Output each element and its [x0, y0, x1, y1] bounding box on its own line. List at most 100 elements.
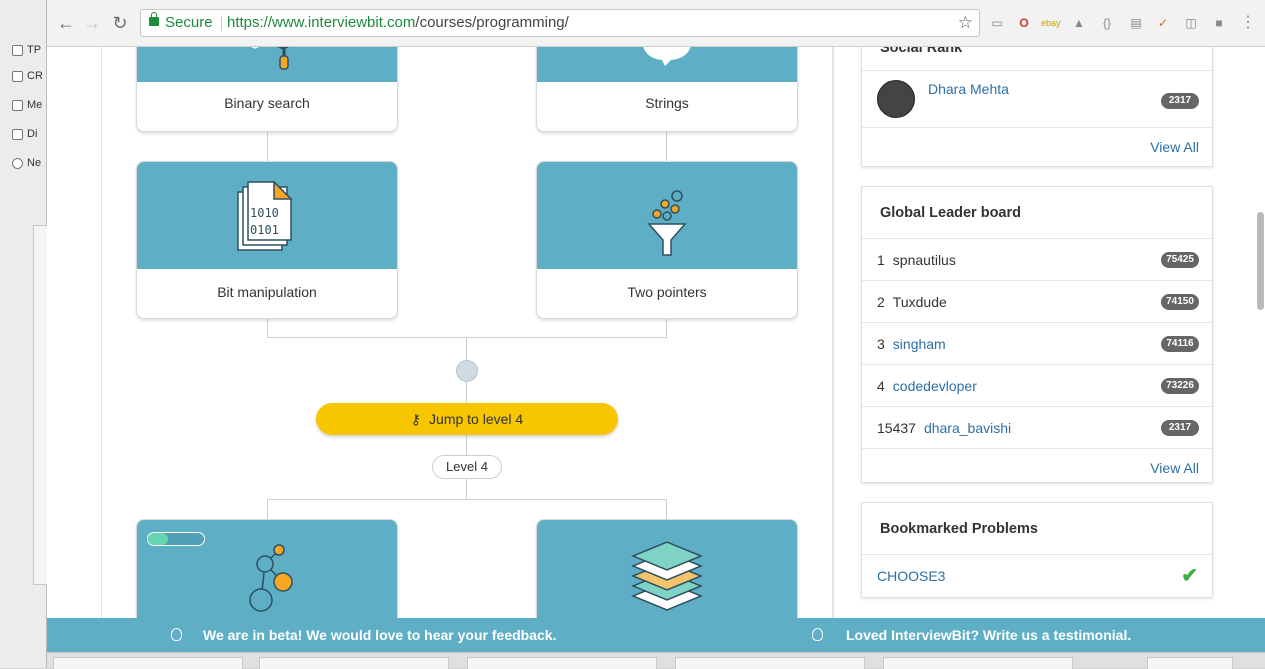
triangle-extension-icon[interactable]: ▲	[1071, 15, 1087, 31]
checkmark-icon: ✔	[1181, 565, 1198, 587]
topic-card-layers[interactable]	[536, 519, 798, 618]
browser-tab[interactable]	[259, 657, 449, 669]
binary-row-1: 1010	[250, 206, 279, 220]
avatar	[877, 80, 915, 118]
leader-name: Tuxdude	[892, 294, 947, 310]
opera-icon[interactable]: O	[1016, 15, 1032, 31]
card-header	[537, 47, 797, 82]
social-rank-user[interactable]: Dhara Mehta	[928, 79, 1009, 99]
binary-row-2: 0101	[250, 223, 279, 237]
bookmark-link[interactable]: CHOOSE3	[877, 568, 945, 584]
funnel-icon	[647, 190, 687, 256]
leader-name: spnautilus	[892, 252, 956, 268]
score-badge: 74150	[1161, 294, 1199, 310]
forward-arrow-icon[interactable]: →	[81, 12, 103, 34]
folder-icon	[12, 45, 23, 56]
card-header	[137, 520, 397, 618]
score-badge: 75425	[1161, 252, 1199, 268]
divider	[221, 16, 222, 31]
rank-number: 2	[877, 294, 885, 310]
social-rank-row: Dhara Mehta 2317	[862, 71, 1212, 128]
tree-connector	[466, 382, 467, 404]
view-all-label[interactable]: View All	[1150, 139, 1199, 155]
panel-title: Global Leader board	[862, 187, 1212, 239]
card-label: Strings	[645, 95, 689, 111]
browser-tab[interactable]	[675, 657, 865, 669]
url-path: /courses/programming/	[415, 14, 569, 31]
scrollbar-thumb[interactable]	[1257, 212, 1264, 310]
profile-icon[interactable]: ■	[1211, 15, 1227, 31]
leaderboard-row: 1 spnautilus 75425	[862, 239, 1212, 281]
leaderboard-row-self: 15437 dhara_bavishi 2317	[862, 407, 1212, 449]
card-header	[537, 162, 797, 269]
browser-tab[interactable]	[467, 657, 657, 669]
reload-icon[interactable]: ↻	[109, 12, 131, 34]
rank-number: 4	[877, 378, 885, 394]
address-bar[interactable]: Secure https://www.interviewbit.com/cour…	[140, 9, 980, 37]
browser-tab[interactable]	[1147, 657, 1233, 669]
topic-card-strings[interactable]: Strings	[536, 47, 798, 132]
progress-fill	[148, 533, 168, 545]
testimonial-link[interactable]: Loved InterviewBit? Write us a testimoni…	[846, 618, 1131, 652]
desktop-item[interactable]: Ne	[0, 153, 47, 175]
tree-connector	[666, 499, 667, 519]
bookmark-item[interactable]: CHOOSE3 ✔	[862, 555, 1212, 597]
progress-bar	[147, 532, 205, 546]
bottom-tab-strip	[47, 652, 1265, 669]
topic-card-graph[interactable]	[136, 519, 398, 618]
tree-connector	[466, 435, 467, 455]
user-marker-icon	[456, 360, 478, 382]
lightbulb-icon	[171, 628, 182, 641]
cube-icon[interactable]: ◫	[1183, 15, 1199, 31]
view-all-link[interactable]: View All	[862, 449, 1212, 487]
tree-connector	[267, 499, 268, 519]
chart-extension-icon[interactable]: ▤	[1128, 15, 1144, 31]
topic-card-bit-manipulation[interactable]: 1010 0101 Bit manipulation	[136, 161, 398, 319]
social-rank-panel: Social Rank Dhara Mehta 2317 View All	[861, 47, 1213, 167]
tree-connector	[267, 499, 667, 500]
drive-icon	[12, 71, 23, 82]
card-header: 1010 0101	[137, 162, 397, 269]
leader-name-link[interactable]: singham	[893, 336, 946, 352]
tree-connector	[267, 132, 268, 162]
leader-name-link[interactable]: dhara_bavishi	[924, 420, 1011, 436]
menu-kebab-icon[interactable]: ⋮	[1240, 15, 1256, 31]
tree-connector	[466, 337, 467, 361]
card-label: Two pointers	[627, 284, 707, 300]
monitor-icon	[12, 100, 23, 111]
cast-icon[interactable]: ▭	[989, 15, 1005, 31]
jump-to-level-button[interactable]: ⚷ Jump to level 4	[316, 403, 618, 435]
view-all-link[interactable]: View All	[862, 128, 1212, 166]
score-badge: 2317	[1161, 420, 1199, 436]
browser-toolbar: ← → ↻ Secure https://www.interviewbit.co…	[47, 0, 1265, 47]
back-arrow-icon[interactable]: ←	[55, 12, 77, 34]
desktop-item[interactable]: TP	[0, 40, 47, 62]
lock-icon	[149, 12, 159, 26]
card-header	[537, 520, 797, 618]
tree-connector	[267, 337, 667, 338]
view-all-label[interactable]: View All	[1150, 460, 1199, 476]
url-host: https://www.interviewbit.com	[227, 14, 416, 31]
bookmark-star-icon[interactable]: ☆	[958, 10, 973, 36]
level-badge: Level 4	[432, 455, 502, 479]
globe-icon	[12, 158, 23, 169]
desktop-item[interactable]: CR	[0, 66, 47, 88]
desktop-item[interactable]: Me	[0, 95, 47, 117]
browser-tab[interactable]	[53, 657, 243, 669]
rank-number: 1	[877, 252, 885, 268]
pocket-icon[interactable]: ✓	[1155, 15, 1171, 31]
leader-name-link[interactable]: codedevloper	[893, 378, 977, 394]
desktop-item[interactable]: Di	[0, 124, 47, 146]
ebay-icon[interactable]: ebay	[1041, 15, 1061, 31]
browser-tab[interactable]	[883, 657, 1073, 669]
topic-card-two-pointers[interactable]: Two pointers	[536, 161, 798, 319]
topic-card-binary-search[interactable]: Binary search	[136, 47, 398, 132]
json-braces-icon[interactable]: {}	[1099, 15, 1115, 31]
lightbulb-icon	[812, 628, 823, 641]
beta-feedback-link[interactable]: We are in beta! We would love to hear yo…	[203, 618, 556, 652]
leaderboard-panel: Global Leader board 1 spnautilus 75425 2T…	[861, 186, 1213, 483]
leaderboard-row: 4 codedevloper 73226	[862, 365, 1212, 407]
background-window	[33, 225, 47, 585]
tree-connector	[666, 132, 667, 162]
bookmarked-problems-panel: Bookmarked Problems CHOOSE3 ✔	[861, 502, 1213, 598]
